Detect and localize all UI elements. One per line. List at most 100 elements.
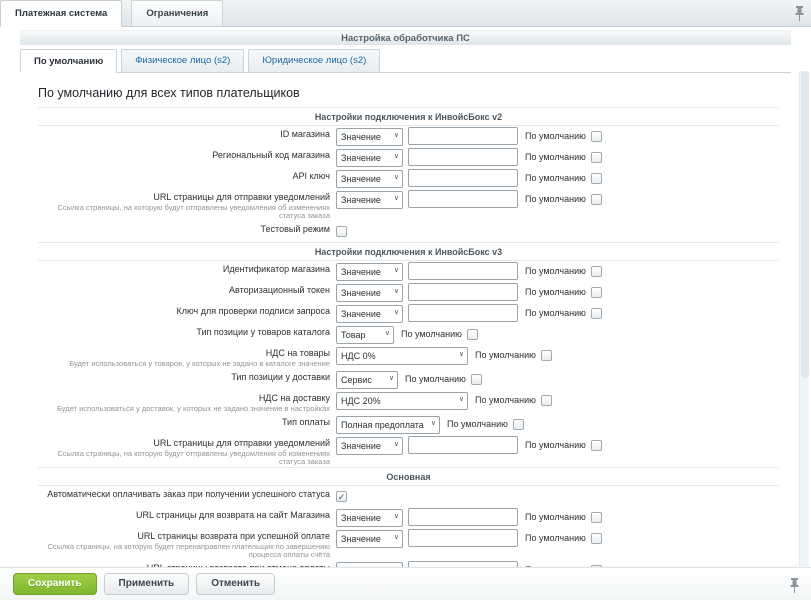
checkbox[interactable]	[591, 173, 602, 184]
value-select[interactable]: Значение	[336, 191, 403, 209]
checkbox[interactable]	[591, 266, 602, 277]
section-title: Настройки подключения к ИнвойсБокс v3	[38, 247, 779, 257]
value-input[interactable]	[408, 262, 518, 280]
checkbox[interactable]	[591, 287, 602, 298]
value-select[interactable]: Сервис	[336, 371, 398, 389]
pin-icon[interactable]	[795, 6, 804, 21]
default-label: По умолчанию	[525, 194, 586, 204]
value-select[interactable]: Полная предоплата	[336, 416, 440, 434]
section-title: Основная	[38, 472, 779, 482]
checkbox[interactable]	[591, 440, 602, 451]
field-controls: Значение∨По умолчанию	[336, 147, 602, 167]
value-input[interactable]	[408, 283, 518, 301]
checkbox[interactable]	[591, 512, 602, 523]
field-controls: Значение∨По умолчанию	[336, 126, 602, 146]
default-label: По умолчанию	[525, 287, 586, 297]
handler-settings-dialog: По умолчанию Физическое лицо (s2) Юридич…	[20, 49, 791, 600]
payer-type-tabstrip: По умолчанию Физическое лицо (s2) Юридич…	[20, 49, 791, 73]
field-label: API ключ	[38, 171, 330, 181]
field-controls: Значение∨По умолчанию	[336, 261, 602, 281]
checkbox[interactable]: ✓	[336, 491, 347, 502]
value-select-wrap: Значение∨	[336, 190, 403, 209]
value-select[interactable]: Значение	[336, 530, 403, 548]
window-tabbar: Платежная система Ограничения	[0, 0, 811, 27]
value-select[interactable]: НДС 0%	[336, 347, 468, 365]
field-controls: Значение∨По умолчанию	[336, 168, 602, 188]
value-select-wrap: Значение∨	[336, 529, 403, 548]
cancel-button[interactable]: Отменить	[196, 573, 275, 595]
checkbox[interactable]	[591, 308, 602, 319]
field-label: URL страницы для возврата на сайт Магази…	[38, 510, 330, 520]
field-label-cell: Ключ для проверки подписи запроса	[38, 303, 330, 316]
value-select[interactable]: Товар	[336, 326, 394, 344]
tab-payment-system[interactable]: Платежная система	[0, 0, 122, 27]
value-input[interactable]	[408, 304, 518, 322]
checkbox[interactable]	[591, 194, 602, 205]
section-divider	[38, 107, 779, 108]
checkbox[interactable]	[591, 152, 602, 163]
field-label-cell: Тип оплаты	[38, 414, 330, 427]
value-input[interactable]	[408, 529, 518, 547]
form-content: По умолчанию для всех типов плательщиков…	[20, 73, 791, 600]
field-controls: Сервис∨По умолчанию	[336, 369, 482, 389]
checkbox[interactable]	[471, 374, 482, 385]
field-label: Тип оплаты	[38, 417, 330, 427]
field-hint: Ссылка страницы, на которую будут отправ…	[38, 204, 330, 220]
field-label-cell: URL страницы для отправки уведомленийСсы…	[38, 189, 330, 220]
value-select[interactable]: Значение	[336, 305, 403, 323]
form-sections: Настройки подключения к ИнвойсБокс v2ID …	[38, 107, 779, 600]
default-label: По умолчанию	[525, 512, 586, 522]
checkbox[interactable]	[541, 395, 552, 406]
value-select[interactable]: Значение	[336, 437, 403, 455]
checkbox[interactable]	[467, 329, 478, 340]
tab-legal-entity[interactable]: Юридическое лицо (s2)	[248, 49, 380, 72]
value-select[interactable]: Значение	[336, 509, 403, 527]
checkbox[interactable]	[336, 226, 347, 237]
default-label: По умолчанию	[525, 131, 586, 141]
main-area: Настройка обработчика ПС По умолчанию Фи…	[0, 27, 811, 600]
value-input[interactable]	[408, 148, 518, 166]
value-select-wrap: Значение∨	[336, 304, 403, 323]
save-button[interactable]: Сохранить	[13, 573, 97, 595]
field-controls: Значение∨По умолчанию	[336, 303, 602, 323]
value-select[interactable]: Значение	[336, 284, 403, 302]
value-select[interactable]: Значение	[336, 263, 403, 281]
vertical-scrollbar[interactable]	[799, 71, 809, 566]
field-hint: Ссылка страницы, на которую будет перена…	[38, 543, 330, 559]
value-input[interactable]	[408, 169, 518, 187]
default-label: По умолчанию	[475, 395, 536, 405]
value-input[interactable]	[408, 190, 518, 208]
value-select-wrap: Полная предоплата∨	[336, 415, 440, 434]
default-label: По умолчанию	[401, 329, 462, 339]
apply-button[interactable]: Применить	[104, 573, 190, 595]
default-label: По умолчанию	[525, 152, 586, 162]
checkbox[interactable]	[591, 131, 602, 142]
handler-settings-header: Настройка обработчика ПС	[20, 30, 791, 45]
field-controls: НДС 20%∨По умолчанию	[336, 390, 552, 410]
form-row: Тестовый режим	[38, 221, 779, 241]
tab-default[interactable]: По умолчанию	[20, 49, 117, 73]
pin-icon[interactable]	[790, 578, 799, 593]
value-input[interactable]	[408, 127, 518, 145]
scrollbar-thumb[interactable]	[801, 71, 809, 378]
tab-restrictions[interactable]: Ограничения	[131, 0, 223, 26]
value-input[interactable]	[408, 508, 518, 526]
checkbox[interactable]	[513, 419, 524, 430]
value-input[interactable]	[408, 436, 518, 454]
field-label: Ключ для проверки подписи запроса	[38, 306, 330, 316]
value-select[interactable]: НДС 20%	[336, 392, 468, 410]
field-label-cell: НДС на товарыБудет использоваться у това…	[38, 345, 330, 368]
value-select[interactable]: Значение	[336, 149, 403, 167]
field-controls: Значение∨По умолчанию	[336, 528, 602, 548]
checkbox[interactable]	[541, 350, 552, 361]
form-row: URL страницы возврата при успешной оплат…	[38, 528, 779, 559]
page-title: По умолчанию для всех типов плательщиков	[38, 86, 779, 100]
tab-individual[interactable]: Физическое лицо (s2)	[121, 49, 244, 72]
form-row: Автоматически оплачивать заказ при получ…	[38, 486, 779, 506]
value-select[interactable]: Значение	[336, 128, 403, 146]
value-select[interactable]: Значение	[336, 170, 403, 188]
form-row: URL страницы для отправки уведомленийСсы…	[38, 189, 779, 220]
field-label: Региональный код магазина	[38, 150, 330, 160]
field-label-cell: URL страницы возврата при успешной оплат…	[38, 528, 330, 559]
checkbox[interactable]	[591, 533, 602, 544]
